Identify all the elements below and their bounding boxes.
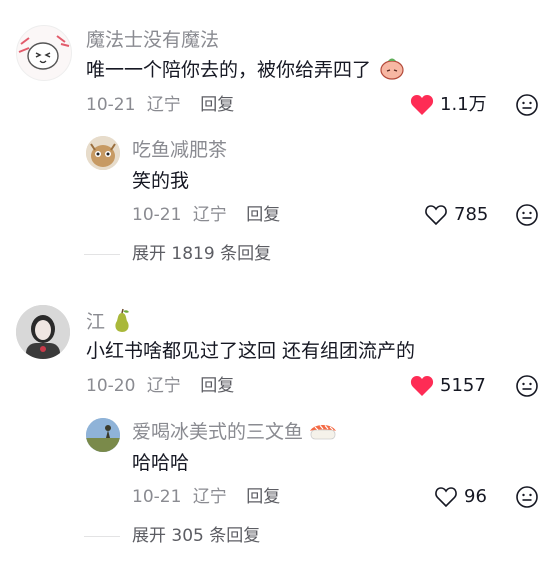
comment-location: 辽宁 [146, 376, 181, 396]
comment-meta: 10-21 辽宁 回复 [86, 94, 234, 116]
reply-username-text: 爱喝冰美式的三文鱼 [132, 421, 304, 443]
reply-meta: 10-21 辽宁 回复 [132, 204, 280, 226]
heart-filled-icon [410, 95, 434, 115]
dislike-icon[interactable] [516, 375, 538, 397]
expand-replies-label: 展开 1819 条回复 [132, 244, 272, 264]
comment-location: 辽宁 [146, 95, 181, 115]
reply-avatar[interactable] [86, 136, 120, 170]
like-button[interactable]: 5157 [410, 375, 486, 397]
comment-text: 唯一一个陪你去的，被你给弄四了 [86, 56, 405, 83]
cat-avatar-icon [86, 136, 120, 170]
reply-button[interactable]: 回复 [246, 205, 280, 225]
avatar[interactable] [16, 305, 70, 359]
reply-username[interactable]: 吃鱼减肥茶 [132, 138, 227, 162]
dislike-icon[interactable] [516, 94, 538, 116]
comment-username[interactable]: 江 [86, 308, 133, 334]
reply-meta: 10-21 辽宁 回复 [132, 486, 280, 508]
reply-text: 笑的我 [132, 170, 190, 192]
heart-filled-icon [410, 376, 434, 396]
dislike-icon[interactable] [516, 486, 538, 508]
reply-username[interactable]: 爱喝冰美式的三文鱼 [132, 420, 337, 444]
reply-avatar[interactable] [86, 418, 120, 452]
like-count: 1.1万 [440, 94, 487, 115]
expand-replies-label: 展开 305 条回复 [132, 526, 261, 546]
landscape-avatar-icon [86, 418, 120, 452]
like-button[interactable]: 1.1万 [410, 94, 487, 116]
cartoon-avatar-icon [17, 26, 71, 80]
comment-date: 10-21 [86, 95, 136, 115]
like-count: 96 [464, 486, 487, 507]
sushi-emoji-icon [310, 425, 337, 440]
dislike-icon[interactable] [516, 204, 538, 226]
reply-button[interactable]: 回复 [200, 376, 234, 396]
peach-emoji-icon [380, 58, 404, 80]
like-count: 785 [454, 204, 489, 225]
comment-text-content: 唯一一个陪你去的，被你给弄四了 [86, 59, 372, 81]
expand-replies-button[interactable]: 展开 1819 条回复 [84, 243, 271, 265]
comment-username[interactable]: 魔法士没有魔法 [86, 28, 219, 52]
comment-date: 10-20 [86, 376, 136, 396]
avatar[interactable] [16, 25, 72, 81]
pear-emoji-icon [115, 308, 130, 332]
divider [84, 535, 120, 537]
like-count: 5157 [440, 375, 486, 396]
comment-meta: 10-20 辽宁 回复 [86, 375, 234, 397]
comment-text: 小红书啥都见过了这回 还有组团流产的 [86, 340, 416, 362]
reply-text: 哈哈哈 [132, 452, 190, 474]
reply-location: 辽宁 [192, 487, 227, 507]
portrait-avatar-icon [16, 305, 70, 359]
expand-replies-button[interactable]: 展开 305 条回复 [84, 525, 260, 547]
reply-date: 10-21 [132, 205, 182, 225]
like-button[interactable]: 96 [434, 486, 487, 508]
heart-outline-icon [425, 205, 447, 226]
divider [84, 253, 120, 255]
comment-username-text: 江 [86, 311, 106, 333]
reply-date: 10-21 [132, 487, 182, 507]
reply-button[interactable]: 回复 [200, 95, 234, 115]
heart-outline-icon [435, 487, 457, 508]
reply-button[interactable]: 回复 [246, 487, 280, 507]
reply-location: 辽宁 [192, 205, 227, 225]
like-button[interactable]: 785 [424, 204, 488, 226]
